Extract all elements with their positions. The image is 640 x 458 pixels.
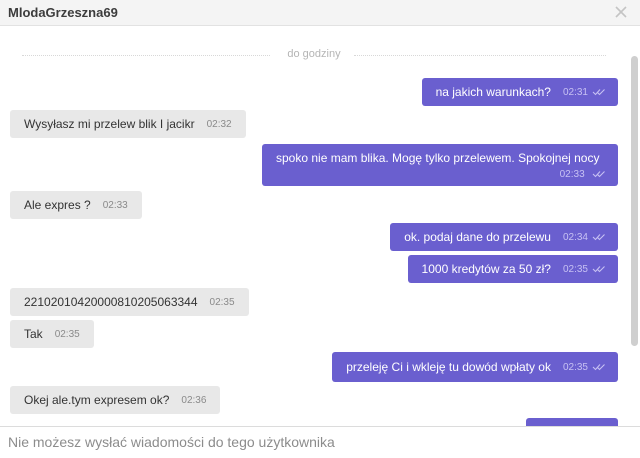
message-input-disabled: Nie możesz wysłać wiadomości do tego uży…: [8, 434, 335, 450]
message-text: 22102010420000810205063344: [24, 295, 198, 309]
message-time: 02:33: [102, 199, 128, 211]
double-check-icon: [592, 234, 605, 241]
message-time: 02:34: [562, 231, 588, 243]
double-check-icon: [592, 266, 605, 273]
message-outgoing-partial: [526, 418, 618, 426]
chat-header: MlodaGrzeszna69: [0, 0, 640, 26]
contact-name: MlodaGrzeszna69: [8, 5, 118, 20]
message-text: Tak: [24, 327, 43, 341]
message-time: 02:35: [209, 296, 235, 308]
message-time: 02:32: [206, 118, 232, 130]
message-outgoing: na jakich warunkach? 02:31: [421, 78, 618, 106]
message-incoming: Okej ale.tym expresem ok? 02:36: [10, 386, 221, 414]
message-outgoing: spoko nie mam blika. Mogę tylko przelewe…: [262, 144, 618, 186]
double-check-icon: [592, 170, 605, 178]
message-text: Ale expres ?: [24, 198, 91, 212]
message-list[interactable]: do godziny na jakich warunkach? 02:31 Wy…: [0, 26, 640, 426]
date-divider: do godziny: [22, 48, 606, 62]
message-incoming: Tak 02:35: [10, 320, 94, 348]
date-divider-label: do godziny: [287, 48, 341, 60]
double-check-icon: [592, 364, 605, 371]
message-outgoing: 1000 kredytów za 50 zł? 02:35: [407, 255, 618, 283]
double-check-icon: [592, 89, 605, 96]
message-time: 02:35: [562, 361, 588, 373]
message-time: 02:35: [54, 328, 80, 340]
message-text: ok. podaj dane do przelewu: [404, 230, 551, 244]
message-text: 1000 kredytów za 50 zł?: [421, 262, 551, 276]
message-text: przeleję Ci i wkleję tu dowód wpłaty ok: [346, 360, 551, 374]
message-text: Wysyłasz mi przelew blik I jacikr: [24, 117, 195, 131]
message-composer: Nie możesz wysłać wiadomości do tego uży…: [0, 426, 640, 458]
message-text: Okej ale.tym expresem ok?: [24, 393, 170, 407]
message-time: 02:36: [181, 394, 207, 406]
message-text: spoko nie mam blika. Mogę tylko przelewe…: [276, 151, 600, 165]
message-incoming: Ale expres ? 02:33: [10, 191, 142, 219]
message-time: 02:33: [559, 169, 585, 180]
close-icon[interactable]: [612, 3, 630, 21]
message-incoming: 22102010420000810205063344 02:35: [10, 288, 249, 316]
message-outgoing: przeleję Ci i wkleję tu dowód wpłaty ok …: [332, 352, 618, 382]
message-time: 02:35: [562, 263, 588, 275]
message-time: 02:31: [562, 86, 588, 98]
scrollbar[interactable]: [631, 56, 638, 346]
message-incoming: Wysyłasz mi przelew blik I jacikr 02:32: [10, 110, 246, 138]
message-text: na jakich warunkach?: [435, 85, 551, 99]
message-outgoing: ok. podaj dane do przelewu 02:34: [390, 223, 618, 251]
